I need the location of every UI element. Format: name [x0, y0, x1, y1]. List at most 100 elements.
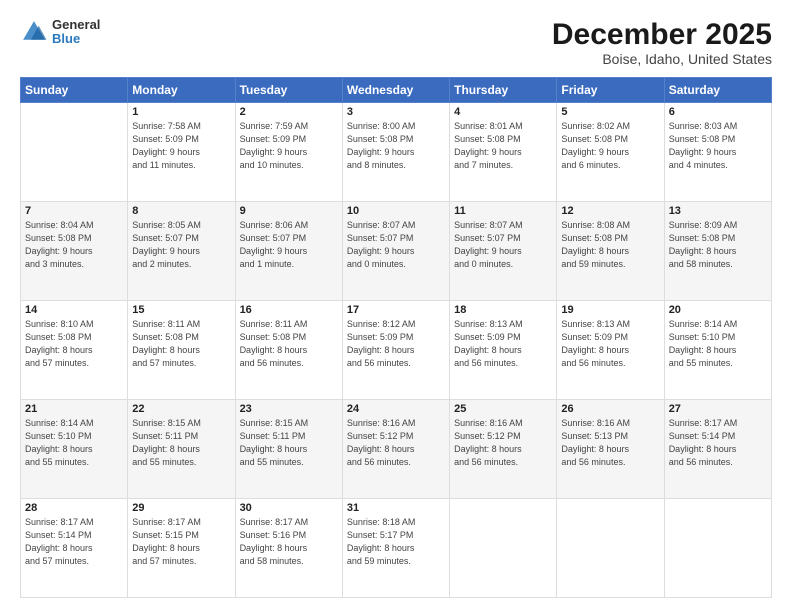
- day-number: 11: [454, 205, 552, 217]
- day-info: Sunrise: 8:09 AM Sunset: 5:08 PM Dayligh…: [669, 219, 767, 271]
- table-row: 27 Sunrise: 8:17 AM Sunset: 5:14 PM Dayli…: [664, 400, 771, 499]
- day-number: 1: [132, 106, 230, 118]
- day-number: 30: [240, 502, 338, 514]
- logo-icon: [20, 18, 48, 46]
- day-info: Sunrise: 8:12 AM Sunset: 5:09 PM Dayligh…: [347, 318, 445, 370]
- day-number: 13: [669, 205, 767, 217]
- logo-line2: Blue: [52, 32, 100, 46]
- table-row: 14 Sunrise: 8:10 AM Sunset: 5:08 PM Dayli…: [21, 301, 128, 400]
- day-info: Sunrise: 8:18 AM Sunset: 5:17 PM Dayligh…: [347, 516, 445, 568]
- col-tuesday: Tuesday: [235, 78, 342, 103]
- day-number: 23: [240, 403, 338, 415]
- col-sunday: Sunday: [21, 78, 128, 103]
- day-info: Sunrise: 8:17 AM Sunset: 5:14 PM Dayligh…: [25, 516, 123, 568]
- table-row: [450, 499, 557, 598]
- page: General Blue December 2025 Boise, Idaho,…: [0, 0, 792, 612]
- day-info: Sunrise: 8:13 AM Sunset: 5:09 PM Dayligh…: [454, 318, 552, 370]
- table-row: 28Sunrise: 8:17 AM Sunset: 5:14 PM Dayli…: [21, 499, 128, 598]
- table-row: 13 Sunrise: 8:09 AM Sunset: 5:08 PM Dayli…: [664, 202, 771, 301]
- table-row: 8Sunrise: 8:05 AM Sunset: 5:07 PM Daylig…: [128, 202, 235, 301]
- day-number: 29: [132, 502, 230, 514]
- table-row: [21, 103, 128, 202]
- day-info: Sunrise: 8:07 AM Sunset: 5:07 PM Dayligh…: [454, 219, 552, 271]
- col-thursday: Thursday: [450, 78, 557, 103]
- table-row: 21 Sunrise: 8:14 AM Sunset: 5:10 PM Dayli…: [21, 400, 128, 499]
- logo-text: General Blue: [52, 18, 100, 47]
- day-number: 2: [240, 106, 338, 118]
- day-info: Sunrise: 8:08 AM Sunset: 5:08 PM Dayligh…: [561, 219, 659, 271]
- table-row: 2 Sunrise: 7:59 AM Sunset: 5:09 PM Daylig…: [235, 103, 342, 202]
- day-info: Sunrise: 8:06 AM Sunset: 5:07 PM Dayligh…: [240, 219, 338, 271]
- table-row: 12 Sunrise: 8:08 AM Sunset: 5:08 PM Dayli…: [557, 202, 664, 301]
- table-row: 17 Sunrise: 8:12 AM Sunset: 5:09 PM Dayli…: [342, 301, 449, 400]
- day-info: Sunrise: 8:14 AM Sunset: 5:10 PM Dayligh…: [25, 417, 123, 469]
- table-row: 4 Sunrise: 8:01 AM Sunset: 5:08 PM Daylig…: [450, 103, 557, 202]
- day-number: 7: [25, 205, 123, 217]
- calendar-week-row: 21 Sunrise: 8:14 AM Sunset: 5:10 PM Dayli…: [21, 400, 772, 499]
- table-row: 18Sunrise: 8:13 AM Sunset: 5:09 PM Dayli…: [450, 301, 557, 400]
- table-row: 22Sunrise: 8:15 AM Sunset: 5:11 PM Dayli…: [128, 400, 235, 499]
- table-row: 15 Sunrise: 8:11 AM Sunset: 5:08 PM Dayli…: [128, 301, 235, 400]
- table-row: 5 Sunrise: 8:02 AM Sunset: 5:08 PM Daylig…: [557, 103, 664, 202]
- day-info: Sunrise: 8:17 AM Sunset: 5:16 PM Dayligh…: [240, 516, 338, 568]
- day-number: 6: [669, 106, 767, 118]
- day-info: Sunrise: 8:01 AM Sunset: 5:08 PM Dayligh…: [454, 120, 552, 172]
- day-number: 21: [25, 403, 123, 415]
- day-info: Sunrise: 8:02 AM Sunset: 5:08 PM Dayligh…: [561, 120, 659, 172]
- header: General Blue December 2025 Boise, Idaho,…: [20, 18, 772, 67]
- day-info: Sunrise: 8:16 AM Sunset: 5:12 PM Dayligh…: [347, 417, 445, 469]
- day-info: Sunrise: 8:10 AM Sunset: 5:08 PM Dayligh…: [25, 318, 123, 370]
- table-row: 23 Sunrise: 8:15 AM Sunset: 5:11 PM Dayli…: [235, 400, 342, 499]
- table-row: 24 Sunrise: 8:16 AM Sunset: 5:12 PM Dayli…: [342, 400, 449, 499]
- logo-line1: General: [52, 18, 100, 32]
- table-row: 25Sunrise: 8:16 AM Sunset: 5:12 PM Dayli…: [450, 400, 557, 499]
- day-info: Sunrise: 8:11 AM Sunset: 5:08 PM Dayligh…: [132, 318, 230, 370]
- day-info: Sunrise: 8:17 AM Sunset: 5:15 PM Dayligh…: [132, 516, 230, 568]
- col-saturday: Saturday: [664, 78, 771, 103]
- day-number: 16: [240, 304, 338, 316]
- day-number: 17: [347, 304, 445, 316]
- day-number: 14: [25, 304, 123, 316]
- day-info: Sunrise: 8:04 AM Sunset: 5:08 PM Dayligh…: [25, 219, 123, 271]
- table-row: 20Sunrise: 8:14 AM Sunset: 5:10 PM Dayli…: [664, 301, 771, 400]
- col-monday: Monday: [128, 78, 235, 103]
- calendar-week-row: 14 Sunrise: 8:10 AM Sunset: 5:08 PM Dayli…: [21, 301, 772, 400]
- day-number: 5: [561, 106, 659, 118]
- day-number: 8: [132, 205, 230, 217]
- day-info: Sunrise: 8:14 AM Sunset: 5:10 PM Dayligh…: [669, 318, 767, 370]
- day-number: 10: [347, 205, 445, 217]
- title-block: December 2025 Boise, Idaho, United State…: [552, 18, 772, 67]
- calendar-subtitle: Boise, Idaho, United States: [552, 51, 772, 67]
- day-number: 27: [669, 403, 767, 415]
- day-number: 26: [561, 403, 659, 415]
- day-number: 9: [240, 205, 338, 217]
- day-info: Sunrise: 8:16 AM Sunset: 5:13 PM Dayligh…: [561, 417, 659, 469]
- day-number: 12: [561, 205, 659, 217]
- day-info: Sunrise: 7:59 AM Sunset: 5:09 PM Dayligh…: [240, 120, 338, 172]
- calendar-week-row: 1 Sunrise: 7:58 AM Sunset: 5:09 PM Daylig…: [21, 103, 772, 202]
- table-row: 3 Sunrise: 8:00 AM Sunset: 5:08 PM Daylig…: [342, 103, 449, 202]
- day-info: Sunrise: 8:15 AM Sunset: 5:11 PM Dayligh…: [240, 417, 338, 469]
- calendar-week-row: 28Sunrise: 8:17 AM Sunset: 5:14 PM Dayli…: [21, 499, 772, 598]
- day-info: Sunrise: 8:00 AM Sunset: 5:08 PM Dayligh…: [347, 120, 445, 172]
- calendar-table: Sunday Monday Tuesday Wednesday Thursday…: [20, 77, 772, 598]
- day-number: 15: [132, 304, 230, 316]
- col-wednesday: Wednesday: [342, 78, 449, 103]
- table-row: 9 Sunrise: 8:06 AM Sunset: 5:07 PM Daylig…: [235, 202, 342, 301]
- calendar-week-row: 7 Sunrise: 8:04 AM Sunset: 5:08 PM Daylig…: [21, 202, 772, 301]
- table-row: 26 Sunrise: 8:16 AM Sunset: 5:13 PM Dayli…: [557, 400, 664, 499]
- table-row: 1 Sunrise: 7:58 AM Sunset: 5:09 PM Daylig…: [128, 103, 235, 202]
- day-number: 19: [561, 304, 659, 316]
- table-row: 11 Sunrise: 8:07 AM Sunset: 5:07 PM Dayli…: [450, 202, 557, 301]
- calendar-title: December 2025: [552, 18, 772, 51]
- day-number: 4: [454, 106, 552, 118]
- day-number: 24: [347, 403, 445, 415]
- calendar-header-row: Sunday Monday Tuesday Wednesday Thursday…: [21, 78, 772, 103]
- table-row: 19Sunrise: 8:13 AM Sunset: 5:09 PM Dayli…: [557, 301, 664, 400]
- day-number: 31: [347, 502, 445, 514]
- day-info: Sunrise: 8:07 AM Sunset: 5:07 PM Dayligh…: [347, 219, 445, 271]
- day-number: 3: [347, 106, 445, 118]
- day-info: Sunrise: 8:15 AM Sunset: 5:11 PM Dayligh…: [132, 417, 230, 469]
- day-info: Sunrise: 7:58 AM Sunset: 5:09 PM Dayligh…: [132, 120, 230, 172]
- day-info: Sunrise: 8:17 AM Sunset: 5:14 PM Dayligh…: [669, 417, 767, 469]
